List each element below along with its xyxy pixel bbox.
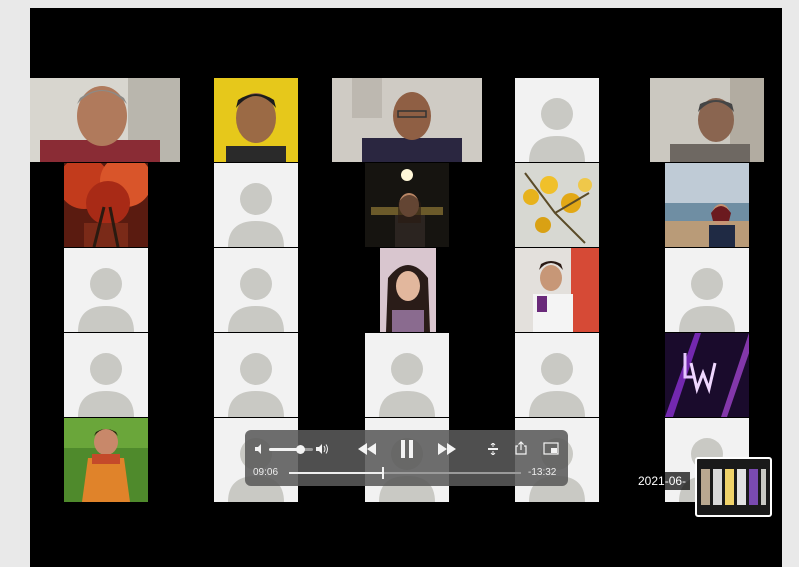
thumbnail-frame xyxy=(725,469,734,505)
participant-video xyxy=(650,78,764,162)
person-silhouette-icon xyxy=(78,268,134,332)
volume-slider[interactable] xyxy=(269,445,313,454)
person-silhouette-icon xyxy=(228,183,284,247)
participant-tile xyxy=(64,418,148,502)
participant-placeholder xyxy=(515,78,599,162)
participant-tile xyxy=(30,78,180,162)
participant-video xyxy=(665,163,749,247)
picture-in-picture-icon[interactable] xyxy=(543,442,559,458)
participant-tile xyxy=(380,248,436,332)
remaining-time: -13:32 xyxy=(528,467,557,478)
share-icon[interactable] xyxy=(515,441,527,458)
person-silhouette-icon xyxy=(379,353,435,417)
participant-tile xyxy=(650,78,764,162)
participant-video xyxy=(30,78,180,162)
participant-placeholder xyxy=(365,333,449,417)
thumbnail-frame xyxy=(737,469,746,505)
person-silhouette-icon xyxy=(529,98,585,162)
gallery-thumbnail[interactable] xyxy=(695,457,772,517)
fast-forward-icon[interactable] xyxy=(437,442,457,459)
participant-tile xyxy=(365,163,449,247)
person-silhouette-icon xyxy=(679,268,735,332)
participant-placeholder xyxy=(214,248,298,332)
person-silhouette-icon xyxy=(228,268,284,332)
participant-video xyxy=(665,333,749,417)
participant-video xyxy=(515,248,599,332)
participant-video xyxy=(380,248,436,332)
speaker-low-icon[interactable] xyxy=(254,443,266,458)
participant-tile xyxy=(515,163,599,247)
participant-placeholder xyxy=(64,333,148,417)
person-silhouette-icon xyxy=(78,353,134,417)
participant-video xyxy=(365,163,449,247)
elapsed-time: 09:06 xyxy=(253,467,279,478)
participant-placeholder xyxy=(214,163,298,247)
pause-icon[interactable] xyxy=(400,439,414,462)
date-stamp: 2021-06- xyxy=(634,472,691,490)
media-controls: 09:06 -13:32 xyxy=(245,430,568,486)
participant-video xyxy=(64,163,148,247)
participant-tile xyxy=(665,163,749,247)
participant-video xyxy=(515,163,599,247)
participant-tile xyxy=(332,78,482,162)
participant-placeholder xyxy=(665,248,749,332)
thumbnail-frame xyxy=(713,469,722,505)
participant-tile xyxy=(64,163,148,247)
airplay-icon[interactable] xyxy=(487,442,499,458)
thumbnail-frame xyxy=(749,469,758,505)
participant-video xyxy=(214,78,298,162)
letterbox-bottom xyxy=(30,502,782,567)
scrub-bar[interactable] xyxy=(289,467,521,479)
participant-tile xyxy=(665,333,749,417)
rewind-icon[interactable] xyxy=(357,442,377,459)
speaker-high-icon[interactable] xyxy=(315,443,329,458)
thumbnail-frame xyxy=(701,469,710,505)
participant-tile xyxy=(214,78,298,162)
participant-placeholder xyxy=(214,333,298,417)
participant-video xyxy=(332,78,482,162)
scrub-bar-fill xyxy=(289,472,382,474)
volume-slider-knob[interactable] xyxy=(295,445,305,454)
thumbnail-frame xyxy=(761,469,766,505)
participant-placeholder xyxy=(515,333,599,417)
person-silhouette-icon xyxy=(228,353,284,417)
participant-tile xyxy=(515,248,599,332)
participant-placeholder xyxy=(64,248,148,332)
person-silhouette-icon xyxy=(529,353,585,417)
participant-video xyxy=(64,418,148,502)
scrub-bar-playhead[interactable] xyxy=(381,467,384,479)
